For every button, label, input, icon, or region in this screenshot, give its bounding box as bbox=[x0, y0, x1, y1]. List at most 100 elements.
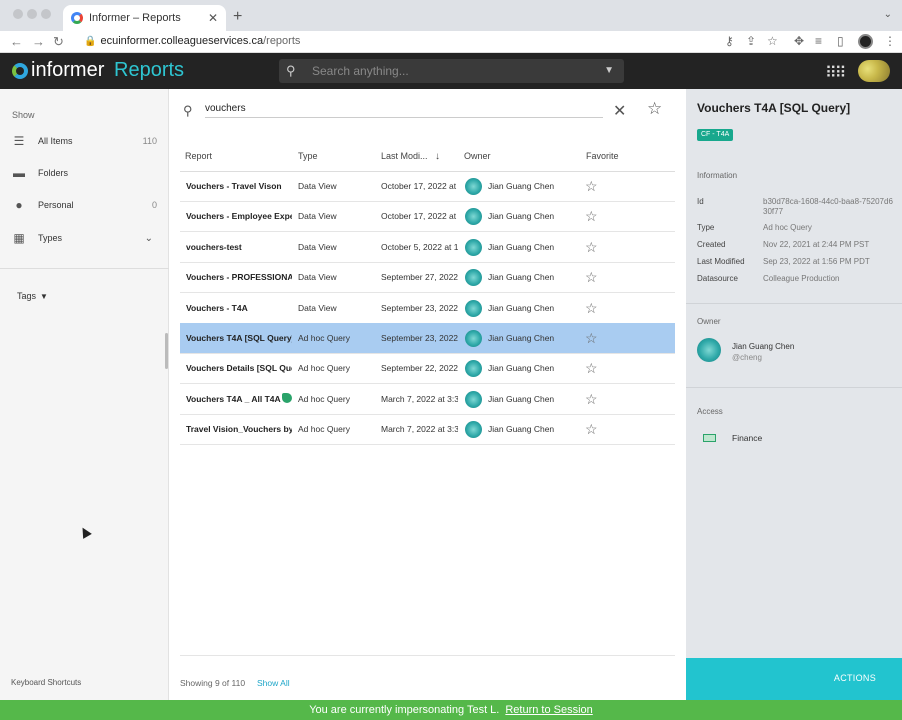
browser-profile-avatar[interactable] bbox=[858, 34, 873, 49]
actions-button[interactable]: ACTIONS bbox=[686, 658, 902, 700]
owner-avatar bbox=[465, 238, 482, 256]
table-row[interactable]: Vouchers - T4A Data View September 23, 202… bbox=[180, 293, 675, 324]
filter-input[interactable]: vouchers bbox=[205, 103, 246, 114]
browser-menu-icon[interactable]: ⋮ bbox=[884, 34, 896, 48]
owner-name: Jian Guang Chen bbox=[732, 342, 795, 351]
column-header-favorite[interactable]: Favorite bbox=[586, 151, 619, 161]
detail-divider bbox=[686, 303, 902, 304]
keyboard-shortcuts-link[interactable]: Keyboard Shortcuts bbox=[11, 678, 81, 687]
url-field[interactable]: 🔒 ecuinformer.colleagueservices.ca/report… bbox=[84, 35, 300, 47]
report-owner: Jian Guang Chen bbox=[488, 424, 555, 435]
global-search-input[interactable]: ⚲ Search anything... ▼ bbox=[279, 59, 624, 83]
show-label: Show bbox=[12, 110, 35, 120]
owner-avatar bbox=[697, 338, 721, 362]
table-row[interactable]: Vouchers - Travel Vison Data View October … bbox=[180, 171, 675, 202]
key-icon[interactable]: ⚷ bbox=[725, 34, 734, 48]
tab-close-icon[interactable]: ✕ bbox=[208, 11, 218, 25]
reload-icon[interactable]: ↻ bbox=[53, 34, 64, 50]
column-header-owner[interactable]: Owner bbox=[464, 151, 491, 161]
report-last-modified: September 27, 2022 bbox=[381, 272, 458, 283]
clear-search-icon[interactable]: ✕ bbox=[613, 101, 626, 121]
logo-section[interactable]: Reports bbox=[114, 59, 184, 82]
report-last-modified: March 7, 2022 at 3:3 bbox=[381, 424, 458, 435]
list-icon: ☰ bbox=[13, 134, 25, 148]
grid-icon: ▦ bbox=[13, 231, 25, 245]
tab-list-chevron-icon[interactable]: ⌄ bbox=[884, 9, 892, 20]
favorite-star-icon[interactable]: ☆ bbox=[585, 300, 598, 317]
table-row[interactable]: Vouchers - Employee Expenses Data View Oct… bbox=[180, 201, 675, 233]
report-name[interactable]: Vouchers - T4A bbox=[186, 303, 292, 313]
new-tab-icon[interactable]: + bbox=[233, 8, 242, 26]
sidebar-item-types[interactable]: ▦ Types ⌄ bbox=[0, 222, 169, 254]
user-avatar[interactable] bbox=[858, 60, 890, 82]
favorite-search-star-icon[interactable]: ☆ bbox=[647, 99, 662, 119]
money-icon bbox=[703, 434, 716, 442]
extensions-puzzle-icon[interactable]: ✥ bbox=[794, 34, 804, 48]
bookmark-star-icon[interactable]: ☆ bbox=[767, 34, 778, 48]
filter-underline bbox=[205, 117, 603, 118]
favorite-star-icon[interactable]: ☆ bbox=[585, 269, 598, 286]
report-name[interactable]: Vouchers - Travel Vison bbox=[186, 181, 292, 191]
favorite-star-icon[interactable]: ☆ bbox=[585, 360, 598, 377]
column-header-last-modified[interactable]: Last Modi... bbox=[381, 151, 428, 161]
chevron-down-icon[interactable]: ⌄ bbox=[145, 233, 153, 244]
report-name[interactable]: vouchers-test bbox=[186, 242, 292, 252]
table-row[interactable]: Vouchers - PROFESSIONAL Data View Septembe… bbox=[180, 262, 675, 294]
favorite-star-icon[interactable]: ☆ bbox=[585, 391, 598, 408]
report-name[interactable]: Travel Vision_Vouchers by Vendor bbox=[186, 424, 292, 434]
sidebar-item-personal[interactable]: ● Personal 0 bbox=[0, 189, 169, 221]
favorite-star-icon[interactable]: ☆ bbox=[585, 239, 598, 256]
browser-tab[interactable]: Informer – Reports ✕ bbox=[63, 5, 226, 31]
table-row[interactable]: Travel Vision_Vouchers by Vendor Ad hoc Q… bbox=[180, 414, 675, 446]
owner-avatar bbox=[465, 360, 482, 378]
reading-list-icon[interactable]: ≡ bbox=[815, 34, 822, 48]
field-value-datasource: Colleague Production bbox=[763, 274, 840, 283]
logo-text[interactable]: informer bbox=[31, 59, 104, 82]
sidebar-item-folders[interactable]: ▬ Folders bbox=[0, 157, 169, 189]
table-row[interactable]: Vouchers T4A _ All T4A Ad hoc Query March … bbox=[180, 384, 675, 415]
report-name[interactable]: Vouchers T4A [SQL Query] bbox=[186, 333, 292, 343]
access-item: Finance bbox=[732, 433, 763, 443]
report-name[interactable]: Vouchers - Employee Expenses bbox=[186, 211, 292, 221]
lock-icon: 🔒 bbox=[84, 36, 97, 47]
field-key-type: Type bbox=[697, 223, 715, 232]
favorite-star-icon[interactable]: ☆ bbox=[585, 178, 598, 195]
table-row[interactable]: Vouchers Details [SQL Query] Ad hoc Query… bbox=[180, 353, 675, 385]
owner-avatar bbox=[465, 269, 482, 287]
table-row[interactable]: vouchers-test Data View October 5, 2022 at… bbox=[180, 232, 675, 263]
sidebar-item-label: Types bbox=[38, 233, 63, 243]
window-minimize-button[interactable] bbox=[27, 9, 37, 19]
field-key-last-modified: Last Modified bbox=[697, 257, 745, 266]
side-panel-icon[interactable]: ▯ bbox=[837, 34, 844, 48]
apps-grid-icon[interactable]: ⠿⠿ bbox=[825, 63, 846, 83]
sort-down-arrow-icon[interactable]: ↓ bbox=[435, 151, 440, 162]
favorite-star-icon[interactable]: ☆ bbox=[585, 330, 598, 347]
report-type: Ad hoc Query bbox=[298, 333, 350, 343]
owner-username: @cheng bbox=[732, 353, 762, 362]
tags-toggle[interactable]: Tags ▼ bbox=[17, 291, 48, 301]
window-close-button[interactable] bbox=[13, 9, 23, 19]
forward-arrow-icon[interactable]: → bbox=[32, 34, 45, 49]
window-zoom-button[interactable] bbox=[41, 9, 51, 19]
column-header-report[interactable]: Report bbox=[185, 151, 212, 161]
sidebar-item-all-items[interactable]: ☰ All Items 110 bbox=[0, 125, 169, 157]
owner-avatar bbox=[465, 421, 482, 439]
sidebar-resize-handle[interactable] bbox=[165, 333, 168, 369]
share-icon[interactable]: ⇪ bbox=[746, 34, 756, 48]
column-header-type[interactable]: Type bbox=[298, 151, 318, 161]
detail-panel: Vouchers T4A [SQL Query] CF - T4A Inform… bbox=[686, 89, 902, 700]
report-name[interactable]: Vouchers T4A _ All T4A bbox=[186, 394, 292, 404]
table-row[interactable]: Vouchers T4A [SQL Query] Ad hoc Query Sept… bbox=[180, 323, 675, 354]
favorite-star-icon[interactable]: ☆ bbox=[585, 421, 598, 438]
back-arrow-icon[interactable]: ← bbox=[10, 34, 23, 49]
search-dropdown-icon[interactable]: ▼ bbox=[604, 65, 614, 76]
favorite-star-icon[interactable]: ☆ bbox=[585, 208, 598, 225]
result-count: Showing 9 of 110 bbox=[180, 678, 246, 688]
report-name[interactable]: Vouchers - PROFESSIONAL bbox=[186, 272, 292, 282]
report-name[interactable]: Vouchers Details [SQL Query] bbox=[186, 363, 292, 373]
show-all-link[interactable]: Show All bbox=[257, 678, 290, 688]
return-to-session-link[interactable]: Return to Session bbox=[505, 704, 592, 716]
tab-title: Informer – Reports bbox=[89, 12, 181, 24]
tag-badge[interactable]: CF - T4A bbox=[697, 129, 734, 141]
report-last-modified: September 23, 2022 bbox=[381, 302, 458, 313]
